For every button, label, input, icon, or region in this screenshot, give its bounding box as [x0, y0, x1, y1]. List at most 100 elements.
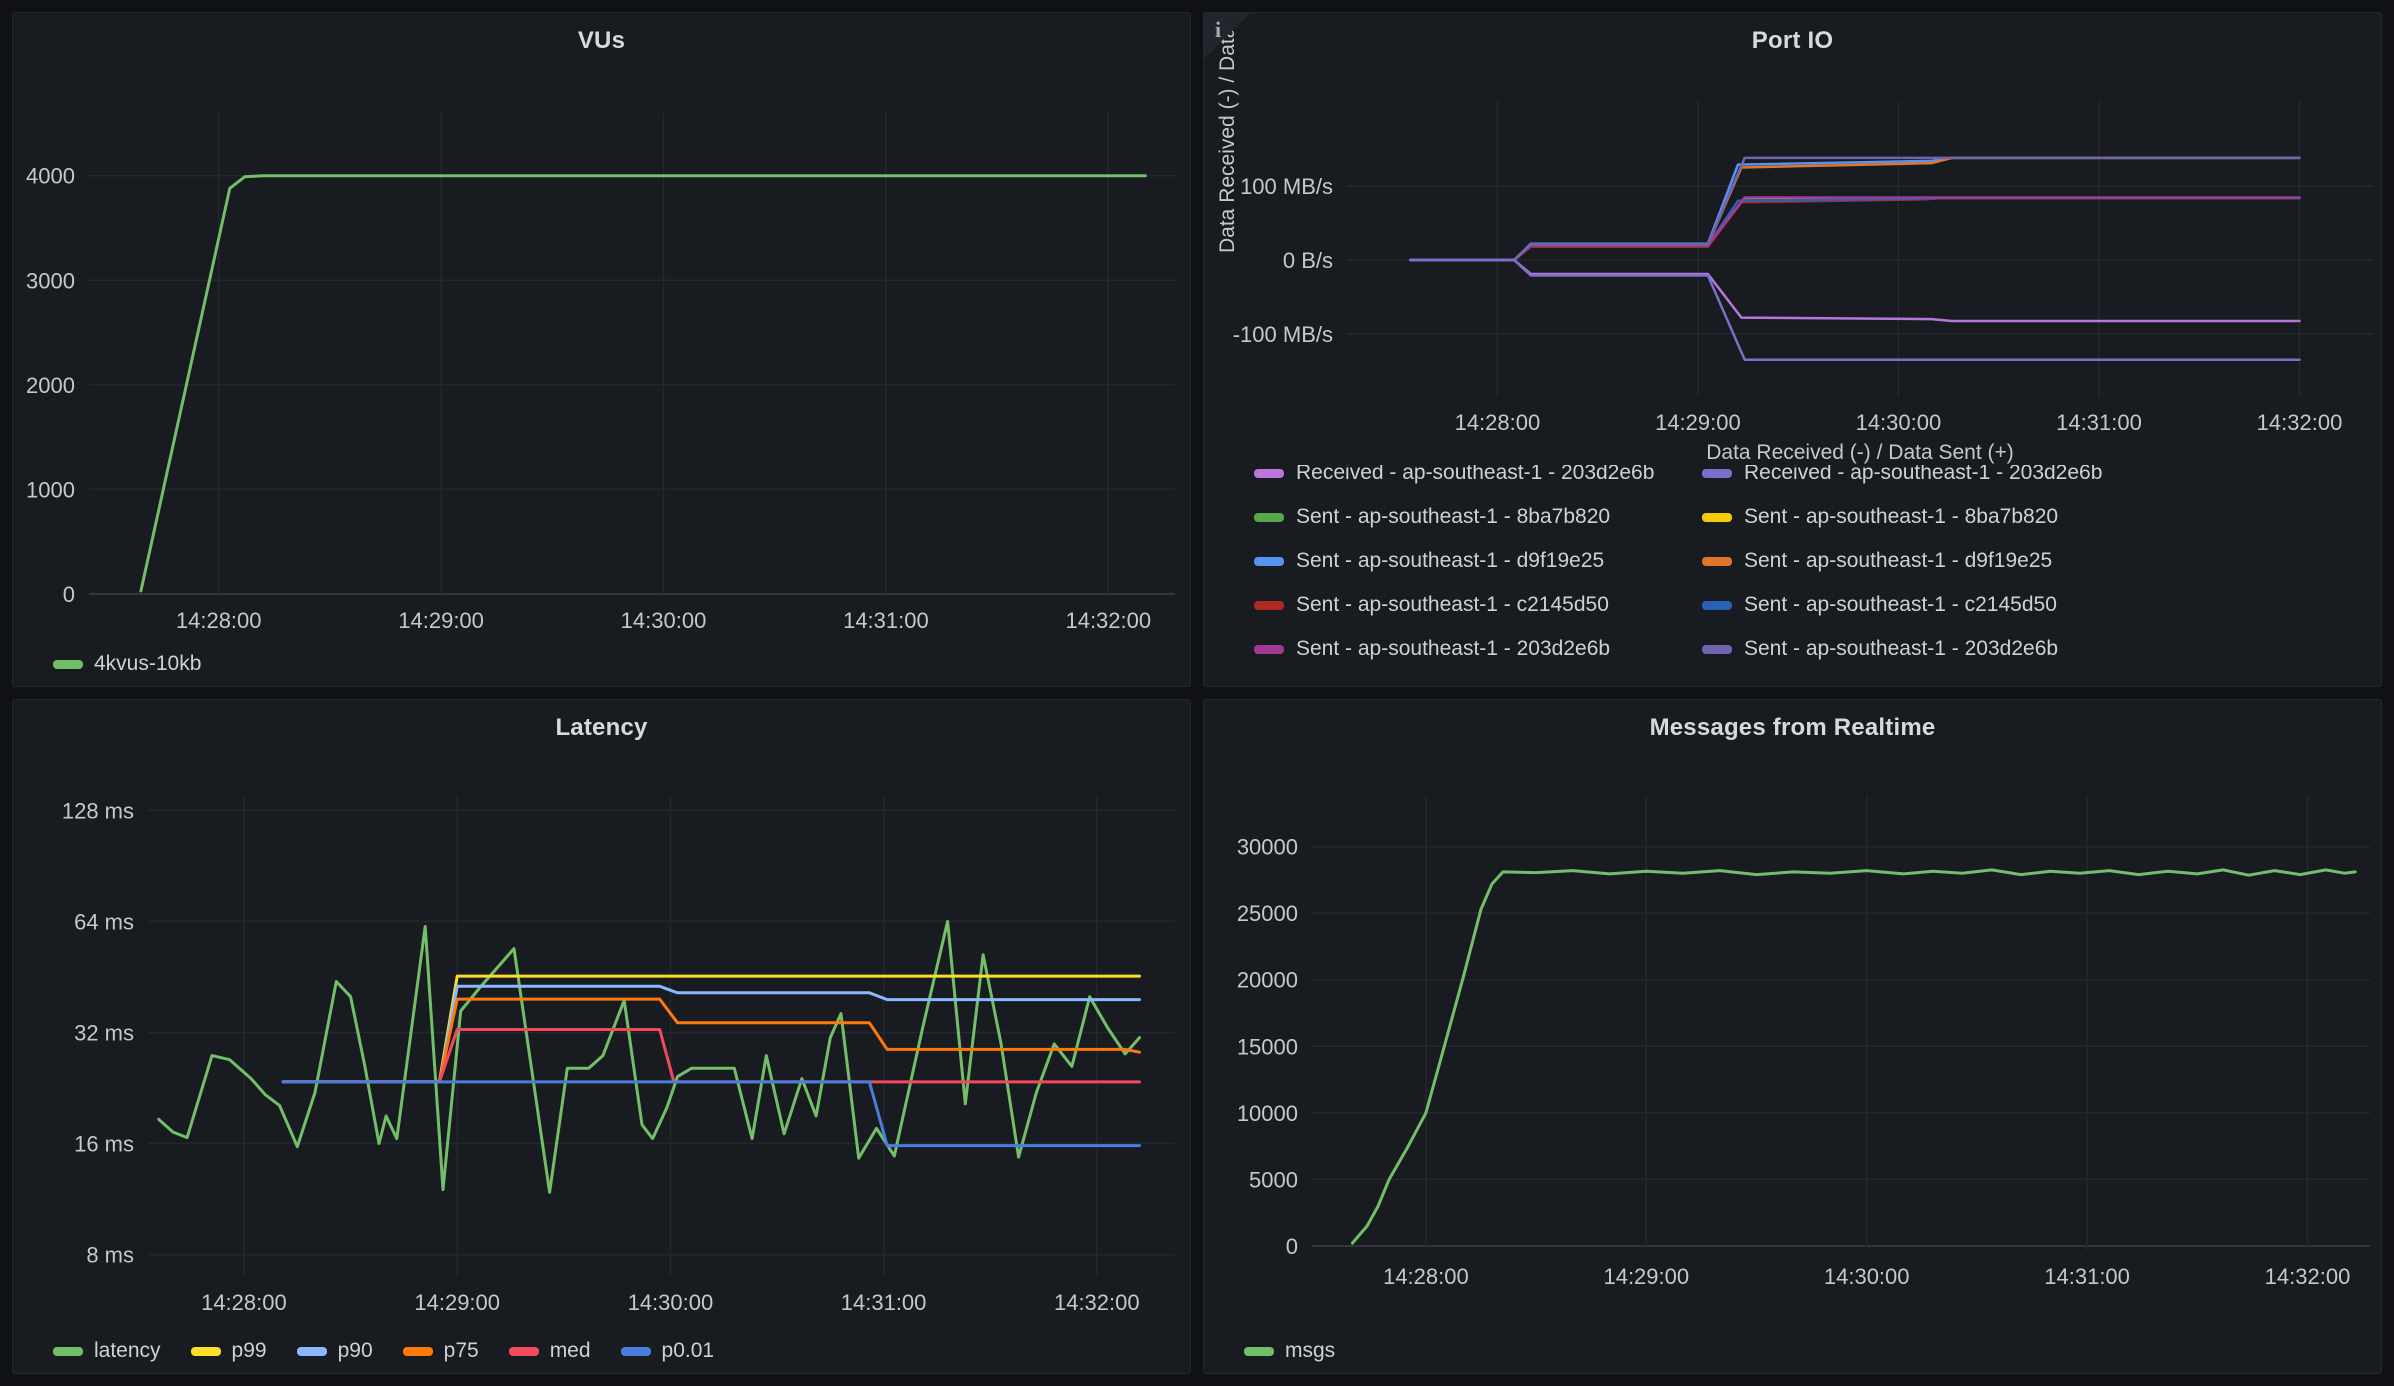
- series-line: [1411, 198, 2300, 260]
- legend-series-label: latency: [94, 1339, 161, 1363]
- legend-series-label: Sent - ap-southeast-1 - 203d2e6b: [1296, 637, 1610, 661]
- legend-series-label: Sent - ap-southeast-1 - d9f19e25: [1744, 549, 2052, 573]
- y-tick-label: 15000: [1237, 1034, 1298, 1059]
- series-line: [1411, 198, 2300, 260]
- legend-item[interactable]: msgs: [1244, 1339, 1335, 1363]
- y-tick-label: 100 MB/s: [1240, 174, 1333, 199]
- legend-series-marker: [191, 1347, 221, 1356]
- legend-series-label: Sent - ap-southeast-1 - d9f19e25: [1296, 549, 1604, 573]
- legend-series-label: p75: [444, 1339, 479, 1363]
- series-line: [1411, 198, 2300, 260]
- series-line: [1411, 260, 2300, 321]
- x-tick-label: 14:32:00: [2265, 1264, 2351, 1289]
- y-tick-label: 32 ms: [74, 1020, 134, 1045]
- series-line: [1411, 158, 2300, 260]
- legend-series-marker: [1702, 469, 1732, 478]
- y-tick-label: 2000: [26, 373, 75, 398]
- y-tick-label: 5000: [1249, 1167, 1298, 1192]
- legend-item[interactable]: p0.01: [621, 1339, 715, 1363]
- vus-plot-area[interactable]: 0100020003000400014:28:0014:29:0014:30:0…: [13, 13, 1190, 686]
- legend-item[interactable]: 4kvus-10kb: [53, 652, 201, 676]
- legend-series-marker: [1702, 645, 1732, 654]
- x-tick-label: 14:28:00: [1455, 410, 1541, 435]
- legend-series-label: Sent - ap-southeast-1 - c2145d50: [1296, 593, 1609, 617]
- y-tick-label: 16 ms: [74, 1132, 134, 1157]
- y-tick-label: 64 ms: [74, 909, 134, 934]
- panel-vus: 0100020003000400014:28:0014:29:0014:30:0…: [12, 12, 1191, 687]
- y-tick-label: 0 B/s: [1283, 248, 1333, 273]
- legend-item[interactable]: Sent - ap-southeast-1 - c2145d50: [1702, 583, 2369, 627]
- legend-item[interactable]: Sent - ap-southeast-1 - 203d2e6b: [1254, 627, 1702, 671]
- legend-series-marker: [621, 1347, 651, 1356]
- legend-series-label: Received - ap-southeast-1 - 203d2e6b: [1296, 465, 1654, 485]
- legend-series-label: Sent - ap-southeast-1 - 8ba7b820: [1744, 505, 2058, 529]
- x-tick-label: 14:30:00: [628, 1290, 714, 1315]
- x-tick-label: 14:32:00: [2257, 410, 2343, 435]
- dashboard-grid: 0 1000 2000 3000 4000 14:28:00 14:29:00 14:30:0…: [0, 0, 2394, 1386]
- panel-messages: 05000100001500020000250003000014:28:0014…: [1203, 699, 2382, 1374]
- legend-series-label: 4kvus-10kb: [94, 652, 201, 676]
- series-line: [1411, 198, 2300, 260]
- chart-svg-vus: 0100020003000400014:28:0014:29:0014:30:0…: [13, 13, 1190, 686]
- x-axis-label: Data Received (-) / Data Sent (+): [1347, 441, 2373, 465]
- series-line: [1352, 870, 2355, 1243]
- legend-series-label: p99: [232, 1339, 267, 1363]
- y-tick-label: 0: [1286, 1234, 1298, 1259]
- legend-series-label: med: [550, 1339, 591, 1363]
- panel-title-latency[interactable]: Latency: [13, 714, 1190, 742]
- series-line: [141, 176, 1145, 591]
- panel-port-io: i 100 MB/s0 B/s-100 MB/s14:28:0014:29:00…: [1203, 12, 2382, 687]
- x-tick-label: 14:30:00: [1824, 1264, 1910, 1289]
- legend-series-label: p90: [338, 1339, 373, 1363]
- x-tick-label: 14:29:00: [1603, 1264, 1689, 1289]
- legend-series-marker: [1254, 513, 1284, 522]
- legend-item[interactable]: p90: [297, 1339, 373, 1363]
- panel-title-vus[interactable]: VUs: [13, 27, 1190, 55]
- y-tick-label: 10000: [1237, 1101, 1298, 1126]
- messages-plot-area[interactable]: 05000100001500020000250003000014:28:0014…: [1204, 700, 2381, 1373]
- legend-item[interactable]: Sent - ap-southeast-1 - 203d2e6b: [1702, 627, 2369, 671]
- legend-series-marker: [53, 1347, 83, 1356]
- panel-title-messages[interactable]: Messages from Realtime: [1204, 714, 2381, 742]
- legend-item[interactable]: Sent - ap-southeast-1 - c2145d50: [1254, 583, 1702, 627]
- x-tick-label: 14:32:00: [1054, 1290, 1140, 1315]
- legend-item[interactable]: med: [509, 1339, 591, 1363]
- panel-title-port-io[interactable]: Port IO: [1204, 27, 2381, 55]
- latency-plot-area[interactable]: 8 ms16 ms32 ms64 ms128 ms14:28:0014:29:0…: [13, 700, 1190, 1373]
- legend-item[interactable]: Received - ap-southeast-1 - 203d2e6b: [1702, 465, 2369, 495]
- panel-info-corner[interactable]: [1204, 13, 1250, 59]
- legend-series-marker: [297, 1347, 327, 1356]
- chart-svg-latency: 8 ms16 ms32 ms64 ms128 ms14:28:0014:29:0…: [13, 700, 1190, 1373]
- x-tick-label: 14:31:00: [2056, 410, 2142, 435]
- legend: Received - ap-southeast-1 - 203d2e6b Rece…: [1254, 465, 2369, 684]
- x-tick-label: 14:28:00: [201, 1290, 287, 1315]
- legend-series-label: Received - ap-southeast-1 - 203d2e6b: [1744, 465, 2102, 485]
- legend-item[interactable]: Received - ap-southeast-1 - 203d2e6b: [1254, 465, 1702, 495]
- legend-series-marker: [1702, 513, 1732, 522]
- legend-item[interactable]: Sent - ap-southeast-1 - 8ba7b820: [1702, 495, 2369, 539]
- legend-item[interactable]: latency: [53, 1339, 161, 1363]
- x-tick-label: 14:29:00: [414, 1290, 500, 1315]
- x-tick-label: 14:29:00: [398, 608, 484, 633]
- legend-item[interactable]: p75: [403, 1339, 479, 1363]
- legend-item[interactable]: Sent - ap-southeast-1 - d9f19e25: [1702, 539, 2369, 583]
- legend-series-label: Sent - ap-southeast-1 - 203d2e6b: [1744, 637, 2058, 661]
- legend-series-marker: [53, 660, 83, 669]
- y-tick-label: 1000: [26, 477, 75, 502]
- legend: msgs: [1244, 1339, 1335, 1363]
- y-tick-label: -100 MB/s: [1233, 322, 1333, 347]
- legend-item[interactable]: Sent - ap-southeast-1 - 8ba7b820: [1254, 495, 1702, 539]
- legend-item[interactable]: p99: [191, 1339, 267, 1363]
- legend-series-marker: [1702, 601, 1732, 610]
- x-tick-label: 14:29:00: [1655, 410, 1741, 435]
- legend-series-marker: [509, 1347, 539, 1356]
- y-tick-label: 3000: [26, 268, 75, 293]
- y-tick-label: 4000: [26, 164, 75, 189]
- series-line: [1411, 198, 2300, 261]
- y-tick-label: 25000: [1237, 901, 1298, 926]
- legend-series-label: Sent - ap-southeast-1 - c2145d50: [1744, 593, 2057, 617]
- legend-series-marker: [1254, 601, 1284, 610]
- legend-item[interactable]: Sent - ap-southeast-1 - d9f19e25: [1254, 539, 1702, 583]
- legend-series-marker: [1254, 469, 1284, 478]
- legend-series-marker: [1244, 1347, 1274, 1356]
